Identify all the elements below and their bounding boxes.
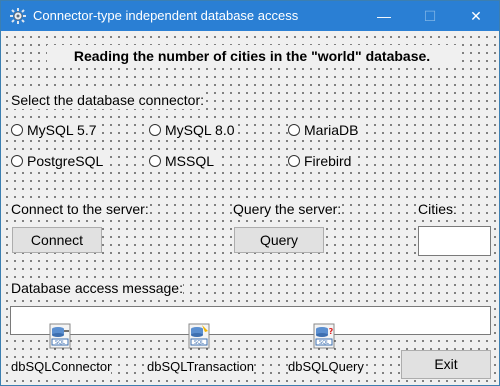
sql-transaction-icon[interactable]: SQL — [188, 323, 210, 349]
svg-text:?: ? — [329, 327, 334, 336]
sql-connector-icon[interactable]: SQL — [49, 323, 71, 349]
radio-mariadb[interactable]: MariaDB — [288, 121, 361, 139]
radio-label: MySQL 5.7 — [27, 122, 97, 138]
radio-circle[interactable] — [149, 155, 161, 167]
svg-text:SQL: SQL — [55, 340, 65, 346]
svg-text:SQL: SQL — [319, 340, 329, 346]
sql-query-icon[interactable]: ? SQL — [313, 323, 335, 349]
radio-mysql80[interactable]: MySQL 8.0 — [149, 121, 237, 139]
form-client-area: Reading the number of cities in the "wor… — [1, 31, 499, 385]
radio-postgresql[interactable]: PostgreSQL — [11, 152, 106, 170]
title-bar[interactable]: Connector-type independent database acce… — [1, 1, 499, 31]
close-button[interactable]: ✕ — [453, 1, 499, 31]
radio-label: MSSQL — [165, 153, 215, 169]
app-icon — [10, 8, 26, 24]
svg-text:SQL: SQL — [194, 340, 204, 346]
component-label-connector: dbSQLConnector — [11, 359, 112, 375]
query-button[interactable]: Query — [234, 227, 324, 253]
radio-label: MariaDB — [304, 122, 359, 138]
radio-firebird[interactable]: Firebird — [288, 152, 354, 170]
app-window: Connector-type independent database acce… — [0, 0, 500, 386]
page-title: Reading the number of cities in the "wor… — [47, 45, 457, 67]
radio-circle[interactable] — [288, 155, 300, 167]
radio-circle[interactable] — [11, 124, 23, 136]
radio-mssql[interactable]: MSSQL — [149, 152, 217, 170]
window-title: Connector-type independent database acce… — [33, 8, 299, 23]
radio-label: MySQL 8.0 — [165, 122, 235, 138]
message-field[interactable] — [10, 306, 491, 335]
radio-mysql57[interactable]: MySQL 5.7 — [11, 121, 99, 139]
radio-circle[interactable] — [288, 124, 300, 136]
exit-button[interactable]: Exit — [401, 350, 491, 379]
maximize-button[interactable]: ☐ — [407, 1, 453, 31]
radio-circle[interactable] — [11, 155, 23, 167]
connect-button[interactable]: Connect — [12, 227, 102, 253]
message-label: Database access message: — [11, 279, 183, 297]
radio-label: Firebird — [304, 153, 352, 169]
cities-label: Cities: — [418, 200, 457, 218]
connector-label: Select the database connector: — [11, 91, 205, 109]
radio-circle[interactable] — [149, 124, 161, 136]
component-label-query: dbSQLQuery — [288, 359, 364, 375]
connect-label: Connect to the server: — [11, 200, 149, 218]
component-label-transaction: dbSQLTransaction — [147, 359, 254, 375]
radio-label: PostgreSQL — [27, 153, 104, 169]
query-label: Query the server: — [233, 200, 342, 218]
cities-field[interactable] — [418, 226, 491, 256]
minimize-button[interactable]: — — [361, 1, 407, 31]
